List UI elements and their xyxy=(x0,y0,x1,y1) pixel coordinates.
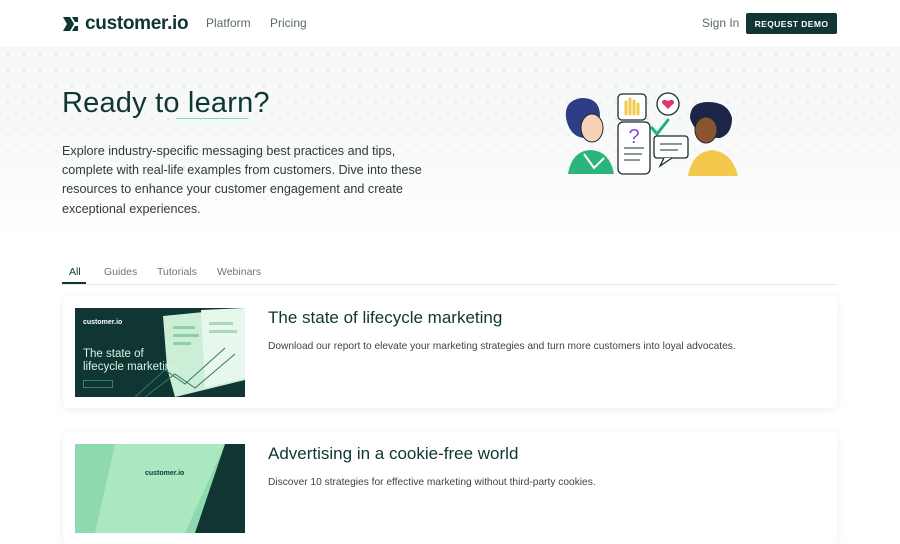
page-title: Ready to learn? xyxy=(62,87,270,119)
customerio-logo-icon xyxy=(63,17,78,31)
logo[interactable]: customer.io xyxy=(62,13,189,35)
nav-platform[interactable]: Platform xyxy=(206,16,251,30)
nav-pricing[interactable]: Pricing xyxy=(270,16,307,30)
title-underline xyxy=(176,118,248,119)
tab-active-indicator xyxy=(62,282,86,284)
cookie-graphic xyxy=(75,444,225,533)
tab-all[interactable]: All xyxy=(69,266,81,278)
conversation-illustration: ? xyxy=(565,92,738,176)
tab-webinars[interactable]: Webinars xyxy=(217,266,261,278)
sign-in-link[interactable]: Sign In xyxy=(702,16,739,30)
logo-text: customer.io xyxy=(85,13,189,34)
resource-card[interactable]: customer.io Advertising in a cookie-free… xyxy=(63,432,837,544)
card-description: Discover 10 strategies for effective mar… xyxy=(268,477,596,488)
resource-card[interactable]: customer.io The state of lifecycle marke… xyxy=(63,296,837,408)
thumbnail-logo: customer.io xyxy=(145,470,185,477)
svg-text:?: ? xyxy=(628,126,639,148)
site-header: customer.io Platform Pricing Sign In REQ… xyxy=(0,0,900,48)
thumbnail-logo: customer.io xyxy=(83,319,123,326)
hero-description: Explore industry-specific messaging best… xyxy=(62,144,422,216)
resource-tabs: All Guides Tutorials Webinars xyxy=(62,264,837,285)
tab-guides[interactable]: Guides xyxy=(104,266,137,278)
request-demo-button[interactable]: REQUEST DEMO xyxy=(746,13,837,34)
card-title[interactable]: Advertising in a cookie-free world xyxy=(268,444,518,464)
thumbnail-badge xyxy=(83,380,113,388)
card-description: Download our report to elevate your mark… xyxy=(268,341,736,352)
tab-tutorials[interactable]: Tutorials xyxy=(157,266,197,278)
thumbnail-title: The state of lifecycle marketing xyxy=(83,348,178,373)
card-thumbnail: customer.io The state of lifecycle marke… xyxy=(75,308,245,397)
card-title[interactable]: The state of lifecycle marketing xyxy=(268,308,502,328)
card-thumbnail: customer.io xyxy=(75,444,245,533)
